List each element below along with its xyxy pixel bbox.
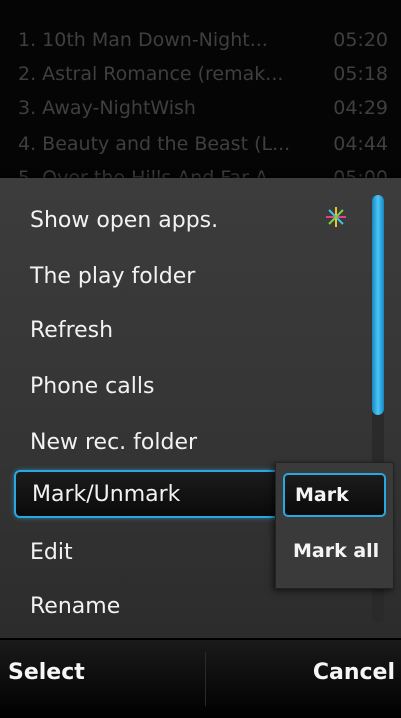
- menu-item-label: The play folder: [30, 263, 196, 289]
- track-row: 4. Beauty and the Beast (L... 04:44: [18, 126, 388, 162]
- track-title: 3. Away-NightWish: [18, 97, 196, 119]
- submenu-item-label: Mark: [295, 484, 349, 506]
- track-duration: 05:18: [333, 63, 388, 85]
- menu-item-label: Rename: [30, 593, 121, 619]
- menu-item-new-rec-folder[interactable]: New rec. folder: [14, 418, 349, 466]
- menu-item-mark-unmark[interactable]: Mark/Unmark: [14, 470, 314, 518]
- menu-item-refresh[interactable]: Refresh: [14, 306, 349, 354]
- track-row: 5. Over the Hills And Far A... 05:00: [18, 160, 388, 180]
- menu-item-label: Refresh: [30, 317, 114, 343]
- menu-item-rename[interactable]: Rename: [14, 582, 349, 630]
- menu-item-phone-calls[interactable]: Phone calls: [14, 362, 349, 410]
- select-softkey[interactable]: Select: [8, 660, 85, 685]
- track-row: 3. Away-NightWish 04:29: [18, 90, 388, 126]
- menu-item-label: Show open apps.: [30, 207, 219, 233]
- track-title: 1. 10th Man Down-Night...: [18, 29, 268, 51]
- track-title: 4. Beauty and the Beast (L...: [18, 133, 291, 155]
- menu-item-label: Mark/Unmark: [32, 481, 181, 507]
- submenu-item-mark[interactable]: Mark: [283, 473, 386, 517]
- mark-submenu: Mark Mark all: [275, 462, 394, 589]
- submenu-item-label: Mark all: [293, 540, 380, 562]
- menu-item-label: New rec. folder: [30, 429, 198, 455]
- submenu-item-mark-all[interactable]: Mark all: [283, 529, 386, 573]
- scrollbar-thumb[interactable]: [372, 195, 384, 415]
- track-duration: 05:20: [333, 29, 388, 51]
- softkey-bar: Select Cancel: [0, 640, 401, 718]
- softkey-divider: [205, 652, 206, 706]
- track-row: 1. 10th Man Down-Night... 05:20: [18, 22, 388, 58]
- menu-item-label: Phone calls: [30, 373, 155, 399]
- track-duration: 04:29: [333, 97, 388, 119]
- open-apps-icon: [326, 207, 346, 227]
- menu-item-show-open-apps[interactable]: Show open apps.: [14, 196, 349, 244]
- track-title: 2. Astral Romance (remak...: [18, 63, 284, 85]
- track-list: 1. 10th Man Down-Night... 05:20 2. Astra…: [0, 0, 401, 180]
- menu-item-play-folder[interactable]: The play folder: [14, 252, 349, 300]
- track-duration: 04:44: [333, 133, 388, 155]
- track-row: 2. Astral Romance (remak... 05:18: [18, 56, 388, 92]
- menu-item-label: Edit: [30, 539, 73, 565]
- cancel-softkey[interactable]: Cancel: [313, 660, 395, 685]
